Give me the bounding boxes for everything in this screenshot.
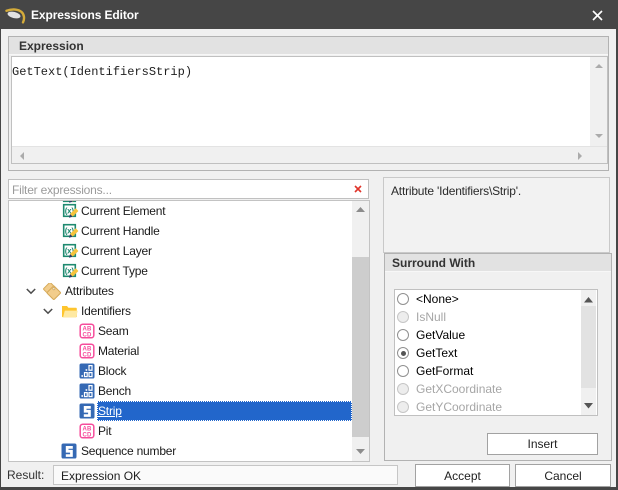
svg-text:CD: CD xyxy=(82,332,92,338)
svg-text:CD: CD xyxy=(82,432,92,438)
svg-text:CD: CD xyxy=(82,352,92,358)
